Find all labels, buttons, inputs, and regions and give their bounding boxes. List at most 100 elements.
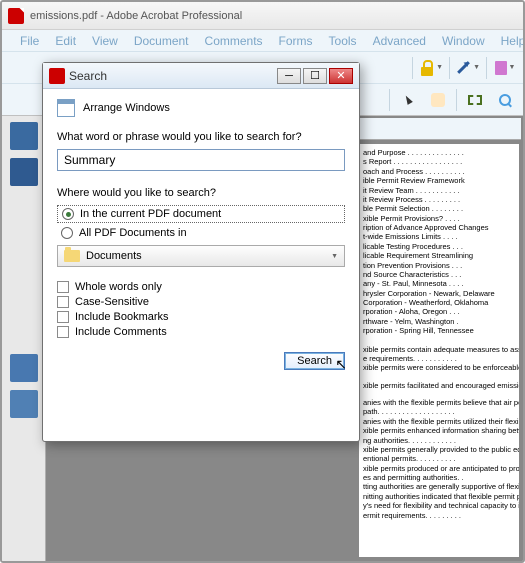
pencil-icon [457,61,470,74]
menu-window[interactable]: Window [434,34,493,48]
close-icon: ✕ [336,69,345,82]
chevron-down-icon: ▼ [509,64,516,71]
zoom-tool[interactable] [493,88,517,112]
secure-button[interactable]: ▼ [419,56,443,80]
checkbox-icon [57,281,69,293]
doc-text-line: y's need for flexibility and technical c… [363,501,515,510]
doc-text-line: anies with the flexible permits believe … [363,398,515,407]
lock-icon [419,60,434,76]
doc-text-line: entional permits. . . . . . . . . . [363,454,515,463]
check-case-sensitive[interactable]: Case-Sensitive [57,296,345,308]
menu-forms[interactable]: Forms [271,34,321,48]
doc-text-line: licable Testing Procedures . . . [363,242,515,251]
doc-text-line: xible permits enhanced information shari… [363,426,515,435]
location-dropdown[interactable]: Documents ▼ [57,245,345,267]
menu-advanced[interactable]: Advanced [365,34,434,48]
doc-text-line: tion Prevention Provisions . . . [363,261,515,270]
doc-text-line: rthware - Yelm, Washington . [363,317,515,326]
doc-text-line: ription of Advance Approved Changes [363,223,515,232]
arrange-label: Arrange Windows [83,102,170,114]
doc-text-line: xible permits contain adequate measures … [363,345,515,354]
doc-text-line: xible permits produced or are anticipate… [363,464,515,473]
check-include-comments[interactable]: Include Comments [57,326,345,338]
doc-text-line: xible permits generally provided to the … [363,445,515,454]
doc-text-line: anies with the flexible permits utilized… [363,417,515,426]
checkbox-icon [57,311,69,323]
main-menu: File Edit View Document Comments Forms T… [2,30,523,52]
dropdown-value: Documents [86,250,323,262]
radio-icon [61,227,73,239]
search-body: Arrange Windows What word or phrase woul… [43,89,359,380]
select-tool[interactable] [396,88,420,112]
menu-file[interactable]: File [12,34,47,48]
app-icon [49,68,65,84]
clipboard-icon [495,61,507,75]
doc-text-line: xible permits facilitated and encouraged… [363,381,515,390]
menu-view[interactable]: View [84,34,126,48]
doc-text-line: and Purpose . . . . . . . . . . . . . . [363,148,515,157]
search-title: Search [69,69,277,83]
menu-document[interactable]: Document [126,34,197,48]
where-prompt: Where would you like to search? [57,187,345,199]
check-label: Include Comments [75,326,167,338]
hand-tool[interactable] [426,88,450,112]
separator [449,57,450,79]
search-window: Search ─ ☐ ✕ Arrange Windows What word o… [42,62,360,442]
sidebar-tab-bookmarks[interactable] [10,158,38,186]
doc-text-line: nitting authorities indicated that flexi… [363,492,515,501]
radio-label: All PDF Documents in [79,227,187,239]
check-whole-words[interactable]: Whole words only [57,281,345,293]
doc-text-line [363,373,515,381]
sidebar-tab-comments[interactable] [10,390,38,418]
doc-text-line: e requirements. . . . . . . . . . . [363,354,515,363]
main-titlebar: emissions.pdf - Adobe Acrobat Profession… [2,2,523,30]
chevron-down-icon: ▼ [473,64,480,71]
doc-text-line: Corporation - Weatherford, Oklahoma [363,298,515,307]
search-button[interactable]: Search [284,352,345,370]
doc-text-line: it Review Team . . . . . . . . . . . [363,186,515,195]
radio-label: In the current PDF document [80,208,221,220]
doc-content: and Purpose . . . . . . . . . . . . . .s… [363,148,515,520]
arrow-cursor-icon [403,94,413,105]
chevron-down-icon: ▼ [331,253,338,260]
doc-text-line: tting authorities are generally supporti… [363,482,515,491]
doc-text-line: path. . . . . . . . . . . . . . . . . . … [363,407,515,416]
nav-sidebar [2,116,46,561]
sidebar-tab-attachments[interactable] [10,354,38,382]
menu-edit[interactable]: Edit [47,34,84,48]
arrange-windows-link[interactable]: Arrange Windows [57,99,345,117]
sign-button[interactable]: ▼ [456,56,480,80]
menu-tools[interactable]: Tools [321,34,365,48]
separator [456,89,457,111]
sidebar-tab-pages[interactable] [10,122,38,150]
chevron-down-icon: ▼ [436,64,443,71]
check-label: Whole words only [75,281,162,293]
separator [412,57,413,79]
radio-current-doc[interactable]: In the current PDF document [57,205,345,223]
maximize-button[interactable]: ☐ [303,68,327,84]
zoom-icon [499,94,511,106]
doc-text-line: ible Permit Review Framework [363,176,515,185]
menu-comments[interactable]: Comments [197,34,271,48]
doc-text-line: xible permits were considered to be enfo… [363,363,515,372]
folder-icon [64,250,80,262]
radio-icon [62,208,74,220]
doc-text-line: oach and Process . . . . . . . . . . [363,167,515,176]
doc-text-line: any - St. Paul, Minnesota . . . . [363,279,515,288]
doc-text-line: nd Source Characteristics . . . [363,270,515,279]
minimize-icon: ─ [285,70,293,82]
marquee-zoom[interactable] [463,88,487,112]
minimize-button[interactable]: ─ [277,68,301,84]
search-titlebar[interactable]: Search ─ ☐ ✕ [43,63,359,89]
document-page[interactable]: and Purpose . . . . . . . . . . . . . .s… [359,144,519,557]
check-include-bookmarks[interactable]: Include Bookmarks [57,311,345,323]
menu-help[interactable]: Help [493,34,525,48]
doc-text-line: t-wide Emissions Limits . . . . [363,232,515,241]
doc-text-line: ble Permit Selection . . . . . . . . [363,204,515,213]
close-button[interactable]: ✕ [329,68,353,84]
app-window: emissions.pdf - Adobe Acrobat Profession… [0,0,525,563]
separator [486,57,487,79]
forms-button[interactable]: ▼ [493,56,517,80]
radio-all-docs[interactable]: All PDF Documents in [57,225,345,241]
search-input[interactable] [57,149,345,171]
